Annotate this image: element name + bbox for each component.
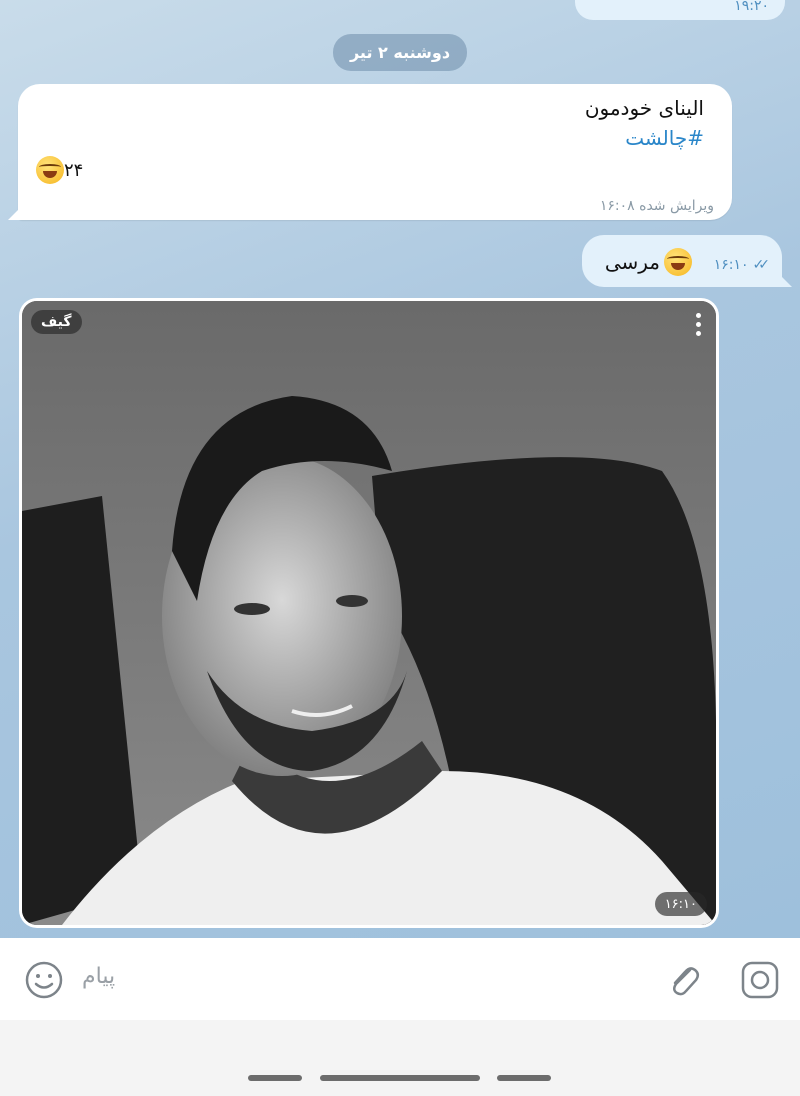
message-meta: ۱۶:۱۰ ✓✓ bbox=[713, 257, 771, 273]
message-text: الینای خودمون bbox=[584, 96, 704, 120]
outgoing-message[interactable]: مرسی ۱۶:۱۰ ✓✓ bbox=[582, 235, 792, 287]
emoji-icon[interactable] bbox=[24, 960, 64, 1000]
message-text-row: مرسی bbox=[605, 248, 692, 276]
gif-badge: گیف bbox=[31, 310, 82, 334]
attach-icon[interactable] bbox=[664, 960, 704, 1000]
rolling-laughing-emoji-icon bbox=[664, 248, 692, 276]
bubble-tail bbox=[8, 206, 22, 220]
previous-message-bubble[interactable]: ۱۹:۲۰ bbox=[575, 0, 785, 20]
message-time: ۱۹:۲۰ bbox=[734, 0, 769, 14]
laughing-emoji-icon bbox=[36, 156, 64, 184]
chat-area: ۱۹:۲۰ دوشنبه ۲ تیر الینای خودمون #چالشت … bbox=[0, 0, 800, 938]
nav-handle-left[interactable] bbox=[248, 1075, 302, 1081]
more-options-icon[interactable] bbox=[696, 313, 702, 339]
message-text: مرسی bbox=[604, 250, 660, 274]
gif-preview[interactable]: گیف ۱۶:۱۰ bbox=[22, 301, 716, 925]
camera-icon[interactable] bbox=[740, 960, 780, 1000]
emoji-count-row: ۲۴ bbox=[36, 156, 85, 184]
message-input[interactable]: پیام bbox=[82, 964, 115, 989]
date-divider: دوشنبه ۲ تیر bbox=[333, 34, 467, 71]
count-text: ۲۴ bbox=[64, 159, 84, 181]
system-nav-bar bbox=[0, 1020, 800, 1096]
nav-handle-center[interactable] bbox=[320, 1075, 480, 1081]
incoming-message[interactable]: الینای خودمون #چالشت ۲۴ ویرایش شده ۱۶:۰۸ bbox=[8, 84, 732, 220]
edited-time: ویرایش شده ۱۶:۰۸ bbox=[599, 198, 714, 214]
nav-handle-right[interactable] bbox=[497, 1075, 551, 1081]
gif-message[interactable]: گیف ۱۶:۱۰ bbox=[19, 298, 719, 928]
bubble-tail bbox=[778, 273, 792, 287]
double-check-icon: ✓✓ bbox=[752, 257, 771, 273]
hashtag-link[interactable]: #چالشت bbox=[625, 126, 704, 150]
message-time: ۱۶:۱۰ bbox=[713, 257, 749, 273]
gif-image bbox=[22, 301, 716, 925]
gif-time: ۱۶:۱۰ bbox=[654, 892, 707, 916]
message-input-bar: پیام bbox=[0, 938, 800, 1021]
